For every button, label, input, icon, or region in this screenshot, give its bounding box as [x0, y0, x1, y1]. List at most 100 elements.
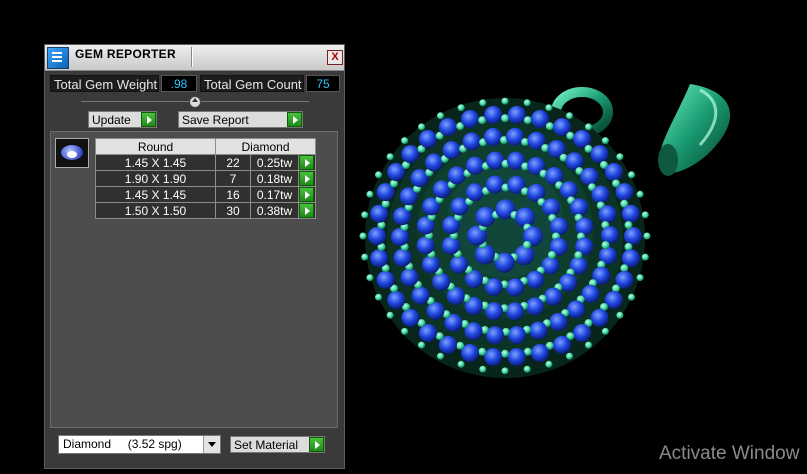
outer-prong [616, 311, 624, 319]
outer-prong [523, 99, 531, 107]
gem-stone [590, 145, 609, 164]
gem-stone [465, 183, 484, 202]
gem-count: 22 [215, 154, 251, 171]
gem-stone [549, 312, 568, 331]
table-row[interactable]: 1.45 X 1.45 22 0.25tw [95, 154, 316, 171]
prong [574, 251, 583, 260]
prong [501, 349, 509, 358]
gem-size: 1.45 X 1.45 [95, 186, 216, 203]
gem-stone [393, 248, 412, 267]
header-material: Diamond [215, 138, 316, 155]
table-row[interactable]: 1.45 X 1.45 16 0.17tw [95, 186, 316, 203]
gem-stone [438, 118, 457, 137]
set-material-label: Set Material [234, 438, 299, 452]
gem-stone [529, 321, 548, 340]
gem-stone [531, 344, 549, 362]
gem-stone [461, 110, 479, 128]
gem-weight: 0.17tw [250, 186, 299, 203]
gem-stone [580, 167, 599, 186]
gem-reporter-icon [47, 47, 69, 69]
outer-prong [418, 341, 425, 349]
close-icon[interactable]: X [327, 50, 343, 65]
outer-prong [636, 190, 644, 198]
outer-prong [457, 360, 465, 368]
save-report-button[interactable]: Save Report [178, 111, 303, 128]
gem-stone [441, 236, 460, 255]
prong [523, 116, 532, 125]
prong [601, 241, 610, 250]
gem-stone [391, 227, 409, 246]
gem-stone [465, 156, 484, 175]
play-arrow-icon[interactable] [299, 155, 314, 170]
gem-thumbnail-icon[interactable] [55, 138, 89, 168]
table-row[interactable]: 1.90 X 1.90 7 0.18tw [95, 170, 316, 187]
prong [523, 241, 531, 249]
gem-stone [400, 268, 419, 287]
gem-stone [615, 183, 634, 202]
save-report-button-label: Save Report [182, 113, 249, 127]
table-header-row: Round Diamond [95, 138, 316, 155]
set-material-button[interactable]: Set Material [230, 436, 325, 453]
outer-prong [437, 112, 444, 120]
outer-prong [501, 367, 509, 375]
outer-prong [401, 327, 409, 335]
gem-stone [370, 249, 389, 268]
play-arrow-icon[interactable] [299, 187, 314, 202]
outer-prong [616, 153, 624, 161]
gem-stone [449, 255, 468, 274]
outer-prong [585, 123, 592, 131]
gem-stone [368, 227, 386, 245]
gem-stone [542, 198, 561, 217]
outer-prong [375, 293, 382, 301]
gem-stone [432, 272, 451, 291]
gem-stone [486, 151, 505, 170]
gem-size: 1.45 X 1.45 [95, 154, 216, 171]
gem-stone [462, 132, 481, 151]
outer-prong [418, 123, 425, 131]
outer-prong [566, 352, 573, 360]
slider-knob-icon[interactable] [189, 96, 201, 108]
gem-stone [401, 308, 420, 327]
prong [501, 114, 509, 123]
gem-size: 1.90 X 1.90 [95, 170, 216, 187]
update-button[interactable]: Update [88, 111, 157, 128]
gem-weight: 0.18tw [250, 170, 299, 187]
gem-stone [421, 255, 440, 274]
gem-stone [544, 287, 563, 306]
update-button-label: Update [92, 113, 131, 127]
dropdown-arrow-icon[interactable] [203, 436, 220, 453]
gem-stone [484, 348, 503, 367]
outer-prong [566, 112, 573, 120]
title-bar[interactable]: GEM REPORTER X [45, 45, 344, 71]
prong [624, 221, 633, 230]
gem-size: 1.50 X 1.50 [95, 202, 216, 219]
outer-prong [361, 253, 369, 261]
outer-prong [501, 97, 509, 105]
prong [478, 347, 487, 356]
play-arrow-icon[interactable] [299, 203, 314, 218]
gem-stone [550, 217, 569, 236]
gem-stone [484, 127, 502, 146]
material-select-value: Diamond (3.52 spg) [63, 437, 182, 451]
outer-prong [457, 104, 465, 112]
outer-prong [585, 341, 592, 349]
table-row[interactable]: 1.50 X 1.50 30 0.38tw [95, 202, 316, 219]
gem-stone [624, 227, 642, 245]
gem-stone [553, 335, 572, 354]
outer-prong [643, 232, 651, 240]
play-arrow-icon [287, 112, 302, 127]
play-arrow-icon [309, 437, 324, 452]
gem-stone [598, 205, 617, 224]
outer-prong [479, 99, 487, 107]
outer-prong [366, 190, 374, 198]
play-arrow-icon [141, 112, 156, 127]
outer-prong [479, 365, 487, 373]
outer-prong [601, 327, 609, 335]
outer-prong [641, 253, 649, 261]
play-arrow-icon[interactable] [299, 171, 314, 186]
gem-stone [591, 185, 610, 204]
outer-prong [641, 211, 649, 219]
gem-stone [570, 198, 589, 217]
gem-stone [418, 130, 437, 148]
material-select[interactable]: Diamond (3.52 spg) [58, 435, 221, 454]
